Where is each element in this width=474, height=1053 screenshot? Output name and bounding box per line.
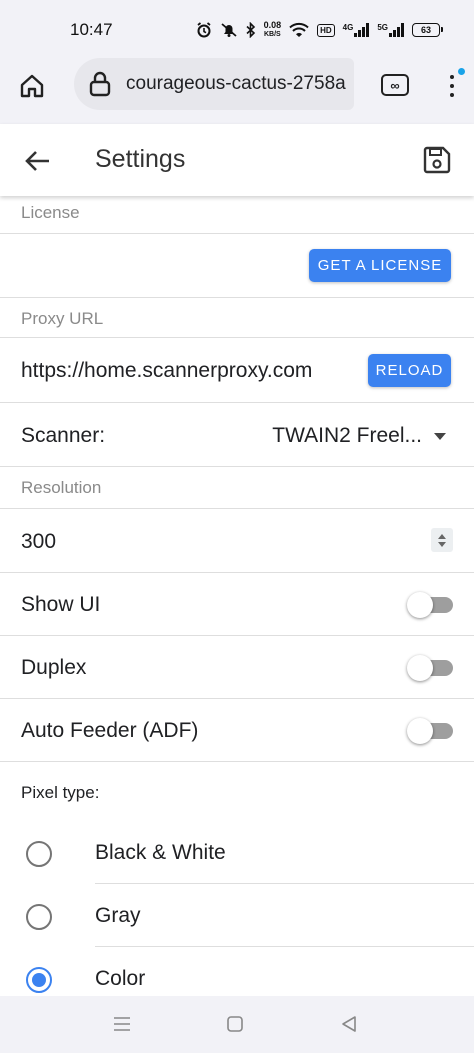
license-row: GET A LICENSE [0, 234, 474, 298]
duplex-label: Duplex [21, 656, 87, 679]
pixel-type-option-color[interactable]: Color [0, 947, 474, 996]
dropdown-arrow-icon[interactable] [434, 433, 446, 440]
triangle-back-icon [342, 1016, 356, 1032]
menu-dot-icon [450, 93, 454, 97]
toggle-thumb [407, 655, 433, 681]
wifi-icon [289, 22, 309, 37]
signal-sim1: 4G [343, 23, 370, 37]
pixel-type-option-label[interactable]: Gray [95, 904, 141, 928]
lock-icon [74, 58, 126, 110]
tab-switcher-button[interactable]: ∞ [378, 68, 412, 102]
page-title: Settings [95, 145, 186, 173]
status-icons: 0.08 KB/S HD 4G 5G 63 [196, 20, 443, 40]
resolution-label: Resolution [21, 478, 102, 497]
auto-feeder-toggle[interactable] [407, 718, 453, 744]
address-bar[interactable]: courageous-cactus-2758a [74, 58, 354, 110]
scanner-row[interactable]: Scanner: TWAIN2 Freel... [0, 403, 474, 467]
proxy-url-label: Proxy URL [21, 309, 104, 328]
save-icon [423, 146, 451, 174]
url-text[interactable]: courageous-cactus-2758a [126, 73, 346, 95]
pixel-type-label: Pixel type: [21, 783, 100, 802]
hd-voice-badge: HD [317, 23, 335, 37]
get-license-button[interactable]: GET A LICENSE [309, 249, 451, 282]
network-speed: 0.08 KB/S [264, 21, 282, 39]
sim2-network-type: 5G [377, 23, 388, 32]
auto-feeder-label: Auto Feeder (ADF) [21, 719, 199, 742]
auto-feeder-row: Auto Feeder (ADF) [0, 699, 474, 762]
signal-bars-icon [354, 23, 370, 37]
back-nav-button[interactable] [337, 1014, 361, 1034]
status-time: 10:47 [70, 20, 113, 39]
battery-icon: 63 [412, 23, 443, 37]
pixel-type-option-bw[interactable]: Black & White [0, 821, 474, 884]
menu-dot-icon [450, 84, 454, 88]
status-bar: 10:47 0.08 KB/S HD 4G 5G 63 [0, 0, 474, 58]
scanner-label: Scanner: [21, 424, 106, 447]
show-ui-toggle[interactable] [407, 592, 453, 618]
resolution-row: 300 [0, 509, 474, 573]
arrow-back-icon [25, 151, 49, 171]
pixel-type-option-label[interactable]: Color [95, 967, 145, 991]
radio-button[interactable] [26, 841, 52, 867]
browser-toolbar: courageous-cactus-2758a ∞ [0, 58, 474, 124]
signal-sim2: 5G [377, 23, 404, 37]
show-ui-row: Show UI [0, 573, 474, 636]
scanner-select[interactable]: TWAIN2 Freel... [272, 424, 422, 448]
toggle-thumb [407, 718, 433, 744]
reload-button[interactable]: RELOAD [368, 354, 451, 387]
infinity-tabs-icon: ∞ [381, 74, 409, 96]
network-speed-unit: KB/S [263, 31, 281, 38]
toggle-thumb [407, 592, 433, 618]
chevron-down-icon[interactable] [438, 541, 446, 547]
system-navigation-bar [0, 996, 474, 1053]
radio-button-checked[interactable] [26, 967, 52, 993]
save-button[interactable] [419, 142, 455, 178]
signal-bars-icon [389, 23, 404, 37]
recents-button[interactable] [110, 1014, 134, 1034]
duplex-toggle[interactable] [407, 655, 453, 681]
menu-dot-icon [450, 75, 454, 79]
license-label: License [21, 203, 80, 222]
home-nav-button[interactable] [223, 1014, 247, 1034]
bluetooth-icon [246, 22, 255, 38]
show-ui-label: Show UI [21, 593, 101, 616]
app-header: Settings [0, 124, 474, 196]
resolution-input[interactable]: 300 [21, 530, 56, 554]
proxy-row: https://home.scannerproxy.com RELOAD [0, 338, 474, 403]
chevron-up-icon[interactable] [438, 533, 446, 539]
pixel-type-option-gray[interactable]: Gray [0, 884, 474, 947]
duplex-row: Duplex [0, 636, 474, 699]
network-speed-value: 0.08 [263, 20, 282, 30]
resolution-section-header: Resolution [0, 467, 474, 509]
home-button[interactable] [14, 68, 50, 104]
pixel-type-option-label[interactable]: Black & White [95, 841, 226, 865]
mute-bell-icon [220, 23, 237, 37]
proxy-url-value[interactable]: https://home.scannerproxy.com [21, 359, 312, 383]
battery-level: 63 [420, 25, 431, 35]
alarm-icon [197, 22, 211, 38]
resolution-stepper[interactable] [431, 528, 453, 552]
license-section-header: License [0, 196, 474, 234]
square-icon [227, 1016, 243, 1032]
notification-dot [458, 68, 465, 75]
home-icon [20, 74, 44, 98]
radio-button[interactable] [26, 904, 52, 930]
sim1-network-type: 4G [342, 23, 354, 32]
back-button[interactable] [20, 144, 54, 178]
menu-lines-icon [114, 1017, 130, 1031]
proxy-section-header: Proxy URL [0, 298, 474, 338]
